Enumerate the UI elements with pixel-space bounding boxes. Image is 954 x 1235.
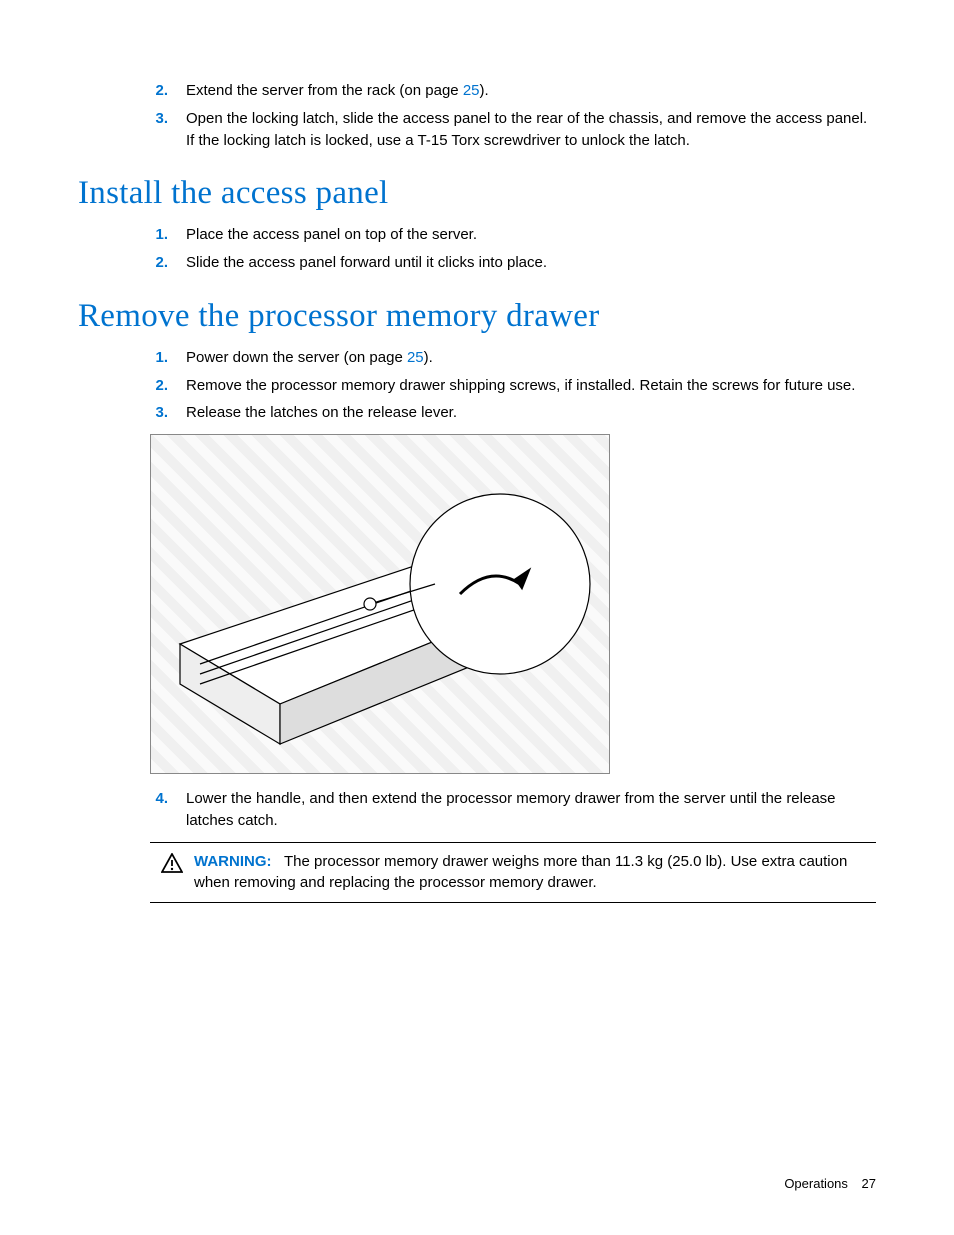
list-number: 1. bbox=[150, 224, 186, 246]
ordered-list: 1. Place the access panel on top of the … bbox=[150, 224, 876, 274]
list-text: Remove the processor memory drawer shipp… bbox=[186, 375, 876, 397]
list-item: 2. Extend the server from the rack (on p… bbox=[150, 80, 876, 102]
list-number: 3. bbox=[150, 108, 186, 152]
ordered-list: 1. Power down the server (on page 25). 2… bbox=[150, 347, 876, 424]
figure-server-latch bbox=[150, 434, 610, 774]
server-latch-illustration-icon bbox=[160, 444, 600, 764]
ordered-list-continued: 4. Lower the handle, and then extend the… bbox=[150, 788, 876, 832]
list-number: 3. bbox=[150, 402, 186, 424]
list-text: Lower the handle, and then extend the pr… bbox=[186, 788, 876, 832]
warning-icon bbox=[150, 851, 194, 895]
footer-section: Operations bbox=[784, 1176, 848, 1191]
list-number: 2. bbox=[150, 375, 186, 397]
list-item: 2. Slide the access panel forward until … bbox=[150, 252, 876, 274]
list-number: 1. bbox=[150, 347, 186, 369]
list-text: Release the latches on the release lever… bbox=[186, 402, 876, 424]
list-text: Power down the server (on page 25). bbox=[186, 347, 876, 369]
list-item: 3. Release the latches on the release le… bbox=[150, 402, 876, 424]
warning-text: WARNING: The processor memory drawer wei… bbox=[194, 851, 876, 895]
page-ref-link[interactable]: 25 bbox=[463, 82, 480, 99]
list-item: 4. Lower the handle, and then extend the… bbox=[150, 788, 876, 832]
heading-remove-processor-memory-drawer: Remove the processor memory drawer bbox=[78, 298, 876, 335]
list-item: 1. Power down the server (on page 25). bbox=[150, 347, 876, 369]
list-text: Place the access panel on top of the ser… bbox=[186, 224, 876, 246]
list-number: 2. bbox=[150, 80, 186, 102]
list-item: 3. Open the locking latch, slide the acc… bbox=[150, 108, 876, 152]
page-ref-link[interactable]: 25 bbox=[407, 349, 424, 366]
list-text: Open the locking latch, slide the access… bbox=[186, 108, 876, 152]
list-number: 2. bbox=[150, 252, 186, 274]
list-item: 2. Remove the processor memory drawer sh… bbox=[150, 375, 876, 397]
list-item: 1. Place the access panel on top of the … bbox=[150, 224, 876, 246]
list-number: 4. bbox=[150, 788, 186, 832]
page-footer: Operations 27 bbox=[784, 1176, 876, 1191]
list-text: Extend the server from the rack (on page… bbox=[186, 80, 876, 102]
list-text: Slide the access panel forward until it … bbox=[186, 252, 876, 274]
heading-install-access-panel: Install the access panel bbox=[78, 175, 876, 212]
warning-callout: WARNING: The processor memory drawer wei… bbox=[150, 842, 876, 904]
continued-ordered-list: 2. Extend the server from the rack (on p… bbox=[150, 80, 876, 151]
warning-label: WARNING: bbox=[194, 853, 272, 870]
footer-page-number: 27 bbox=[862, 1176, 876, 1191]
